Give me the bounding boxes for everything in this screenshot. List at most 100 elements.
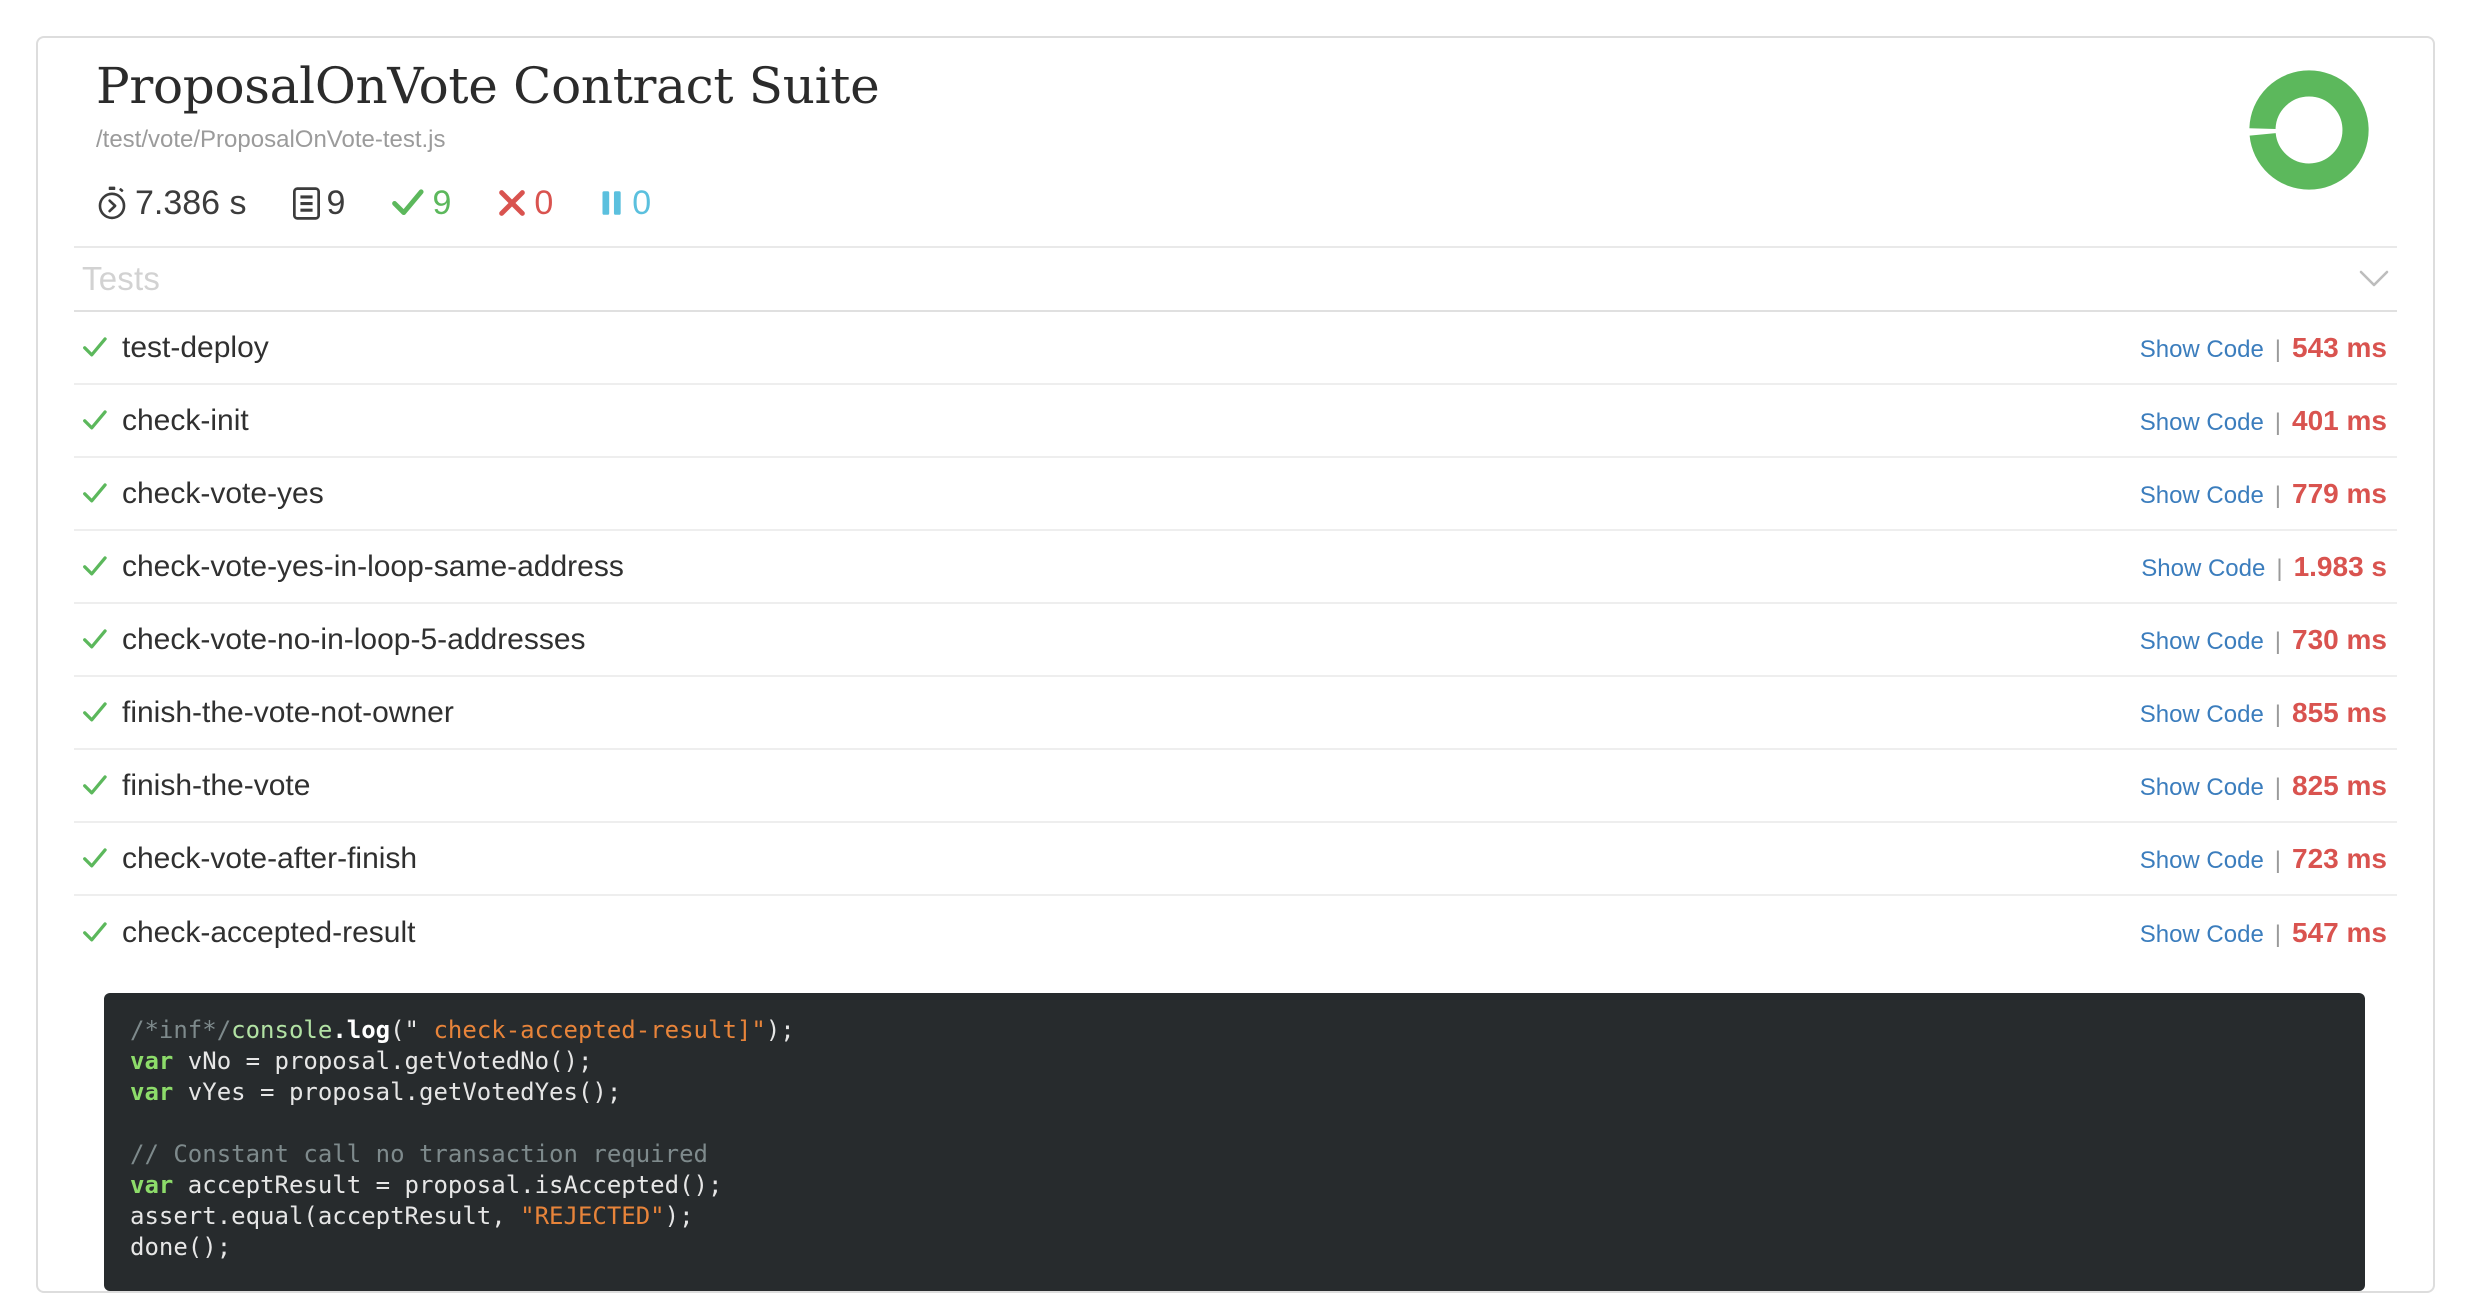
table-row[interactable]: check-vote-no-in-loop-5-addresses Show Co… [74,604,2397,678]
code-line: var vNo = proposal.getVotedNo(); [130,1046,2339,1077]
failed-value: 0 [534,184,554,223]
show-code-link[interactable]: Show Code [2140,921,2264,949]
tests-section-header[interactable]: Tests [74,246,2397,313]
separator: | [2274,773,2282,801]
table-row[interactable]: check-vote-yes Show Code | 779 ms [74,458,2397,532]
separator: | [2274,700,2282,728]
stat-skipped: 0 [599,186,651,220]
check-icon [82,628,108,651]
test-name: finish-the-vote-not-owner [122,695,454,729]
table-row[interactable]: check-vote-after-finish Show Code | 723 ms [74,823,2397,897]
pause-icon [599,189,625,217]
check-icon [82,336,108,359]
show-code-link[interactable]: Show Code [2140,409,2264,437]
code-token: vYes = proposal.getVotedYes(); [173,1078,622,1107]
code-token: var [130,1047,174,1076]
code-token: var [130,1078,174,1107]
stat-duration: 7.386 s [96,186,247,220]
test-row-right: Show Code | 1.983 s [2141,551,2387,583]
separator: | [2274,408,2282,436]
code-token: var [130,1171,174,1200]
code-line: // Constant call no transaction required [130,1139,2339,1170]
cross-icon [497,188,527,218]
tests-section-title: Tests [82,260,161,298]
test-name: check-accepted-result [122,915,416,949]
table-row[interactable]: finish-the-vote Show Code | 825 ms [74,750,2397,824]
separator: | [2276,554,2283,582]
stopwatch-icon [96,186,128,220]
code-token: // Constant call no transaction required [130,1140,708,1169]
code-panel: /*inf*/console.log(" check-accepted-resu… [104,993,2365,1292]
show-code-link[interactable]: Show Code [2140,701,2264,729]
test-name: check-vote-yes [122,476,324,510]
code-token: vNo = proposal.getVotedNo(); [173,1047,593,1076]
code-block: /*inf*/console.log(" check-accepted-resu… [104,993,2365,1292]
check-icon [82,701,108,724]
chevron-down-icon[interactable] [2359,270,2389,288]
table-row[interactable]: test-deploy Show Code | 543 ms [74,312,2397,386]
test-row-right: Show Code | 723 ms [2140,843,2387,875]
test-name: test-deploy [122,330,269,364]
test-duration: 855 ms [2292,696,2387,728]
test-duration: 825 ms [2292,769,2387,801]
stat-failed: 0 [497,186,553,220]
stat-passed: 9 [391,186,451,220]
separator: | [2274,846,2282,874]
test-row-left: check-accepted-result [82,916,415,950]
test-row-right: Show Code | 825 ms [2140,770,2387,802]
test-duration: 730 ms [2292,623,2387,655]
test-row-left: finish-the-vote-not-owner [82,696,454,730]
code-token: acceptResult = proposal.isAccepted(); [173,1171,723,1200]
report-header: ProposalOnVote Contract Suite /test/vote… [60,38,2411,190]
test-row-right: Show Code | 547 ms [2140,917,2387,949]
code-line: var acceptResult = proposal.isAccepted()… [130,1170,2339,1201]
test-duration: 779 ms [2292,477,2387,509]
pass-ratio-donut [2245,66,2373,194]
test-row-right: Show Code | 730 ms [2140,624,2387,656]
test-duration: 543 ms [2292,331,2387,363]
code-token: check-accepted-result]" [433,1016,766,1045]
test-row-right: Show Code | 401 ms [2140,405,2387,437]
test-name: check-vote-yes-in-loop-same-address [122,549,624,583]
show-code-link[interactable]: Show Code [2140,847,2264,875]
test-row-left: check-init [82,404,249,438]
check-icon [82,921,108,944]
skipped-value: 0 [632,184,652,223]
test-report-card: ProposalOnVote Contract Suite /test/vote… [36,36,2435,1293]
test-name: check-init [122,403,249,437]
test-name: check-vote-no-in-loop-5-addresses [122,622,586,656]
test-list: test-deploy Show Code | 543 ms check-init Sho… [74,312,2397,969]
check-icon [82,482,108,505]
show-code-link[interactable]: Show Code [2140,336,2264,364]
suite-file-path: /test/vote/ProposalOnVote-test.js [96,125,446,153]
show-code-link[interactable]: Show Code [2141,555,2265,583]
separator: | [2274,481,2282,509]
document-list-icon [292,187,320,220]
test-row-left: check-vote-yes [82,477,324,511]
pass-ratio-donut-icon [2249,70,2369,190]
check-icon [82,555,108,578]
show-code-link[interactable]: Show Code [2140,628,2264,656]
separator: | [2274,335,2282,363]
code-line: done(); [130,1232,2339,1263]
table-row[interactable]: check-init Show Code | 401 ms [74,385,2397,459]
table-row[interactable]: check-accepted-result Show Code | 547 ms [74,896,2397,969]
code-token: (" [390,1016,434,1045]
code-token: /*inf*/ [130,1016,232,1045]
code-token: ); [765,1016,795,1045]
test-duration: 401 ms [2292,404,2387,436]
test-name: check-vote-after-finish [122,841,418,875]
code-token: console [231,1016,333,1045]
separator: | [2274,627,2282,655]
show-code-link[interactable]: Show Code [2140,482,2264,510]
table-row[interactable]: finish-the-vote-not-owner Show Code | 855 m… [74,677,2397,751]
test-row-left: test-deploy [82,331,269,365]
code-line: assert.equal(acceptResult, "REJECTED"); [130,1201,2339,1232]
code-token: assert.equal(acceptResult, [130,1202,521,1231]
table-row[interactable]: check-vote-yes-in-loop-same-address Show … [74,531,2397,605]
code-token: ); [664,1202,694,1231]
show-code-link[interactable]: Show Code [2140,774,2264,802]
duration-value: 7.386 s [135,184,247,223]
test-row-left: finish-the-vote [82,769,310,803]
